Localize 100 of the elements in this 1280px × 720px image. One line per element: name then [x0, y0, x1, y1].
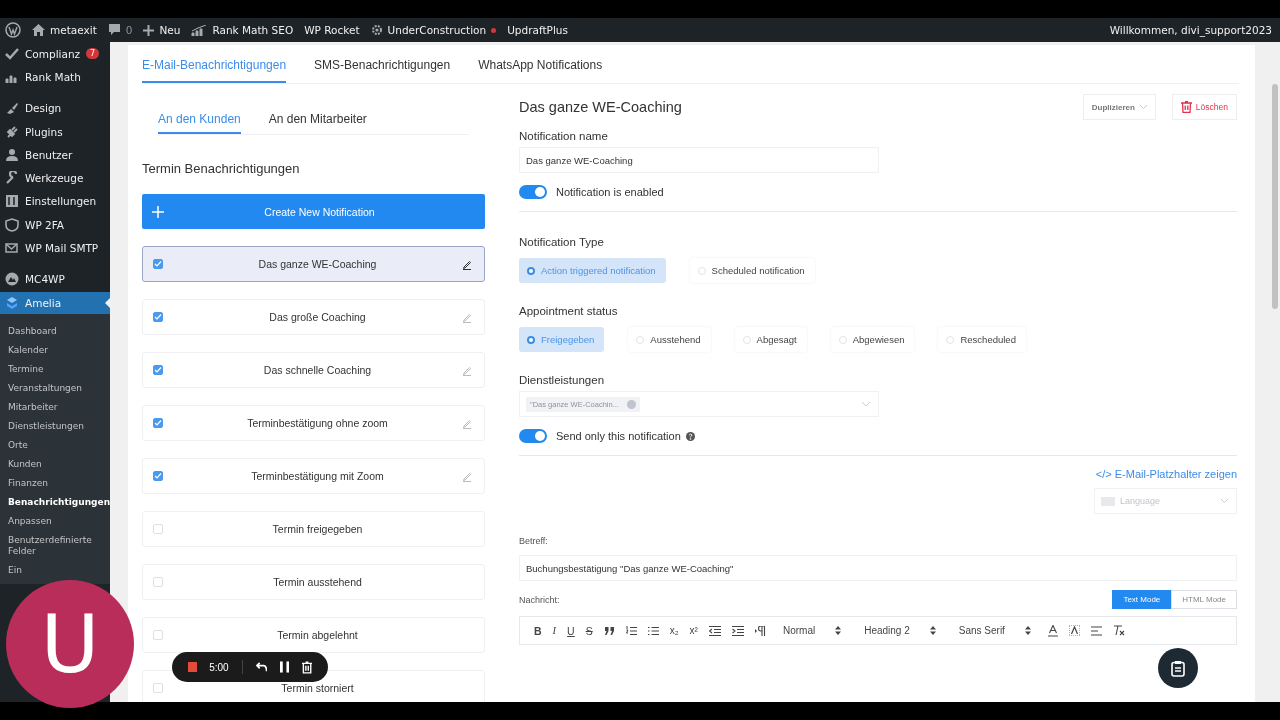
help-icon[interactable]	[685, 431, 695, 441]
sidebar-item[interactable]: Plugins	[0, 119, 110, 144]
trash-icon[interactable]	[301, 660, 312, 674]
submenu-item[interactable]: Dienstleistungen	[0, 416, 110, 436]
undo-icon[interactable]	[255, 662, 267, 672]
sidebar-item[interactable]: WP 2FA	[0, 213, 110, 237]
sidebar-item[interactable]: MC4WP	[0, 267, 110, 291]
placeholders-link[interactable]: </> E-Mail-Platzhalter zeigen	[1095, 468, 1237, 480]
delete-button[interactable]: Löschen	[1171, 94, 1237, 120]
submenu-item[interactable]: Mitarbeiter	[0, 397, 110, 417]
sidebar-item[interactable]: Benutzer	[0, 143, 110, 167]
sidebar-item[interactable]: Complianz 7	[0, 42, 110, 66]
submenu-item[interactable]: Orte	[0, 435, 110, 455]
checkbox[interactable]	[153, 312, 163, 322]
script-button[interactable]: x²	[689, 625, 698, 636]
quote-icon[interactable]	[603, 626, 615, 635]
caret-icon	[1221, 499, 1228, 503]
sidebar-item[interactable]: WP Mail SMTP	[0, 236, 110, 260]
align-icon[interactable]	[1090, 625, 1102, 636]
format-select[interactable]: Sans Serif	[958, 625, 1031, 636]
notification-item[interactable]: Terminbestätigung ohne zoom	[142, 405, 485, 441]
notification-item[interactable]: Termin freigegeben	[142, 511, 485, 547]
format-button[interactable]: S	[585, 624, 593, 637]
pause-icon[interactable]	[279, 661, 289, 673]
admin-bar-link[interactable]: Neu	[143, 24, 181, 36]
format-button[interactable]: I	[552, 625, 557, 636]
menu-icon	[5, 124, 19, 139]
text-direction-icon[interactable]	[754, 625, 766, 636]
submenu-item[interactable]: Anpassen	[0, 511, 110, 531]
sidebar-item[interactable]: Werkzeuge	[0, 166, 110, 190]
subject-field[interactable]: Buchungsbestätigung "Das ganze WE-Coaching"	[519, 555, 1237, 581]
sidebar-item[interactable]: Amelia	[0, 291, 110, 314]
submenu-item[interactable]: Ein	[0, 560, 110, 580]
radio-option[interactable]: Abgesagt	[734, 327, 807, 352]
toggle-switch[interactable]	[519, 429, 547, 443]
script-button[interactable]: x₂	[669, 625, 679, 636]
admin-bar-link[interactable]: Rank Math SEO	[191, 24, 294, 36]
admin-bar-link[interactable]: UpdraftPlus	[507, 24, 568, 36]
text-color-icon[interactable]	[1047, 624, 1058, 637]
notification-title: Das ganze WE-Coaching	[519, 98, 682, 117]
toggle-switch[interactable]	[519, 185, 547, 199]
sidebar-item[interactable]: Rank Math	[0, 65, 110, 89]
admin-bar-link[interactable]: UnderConstruction	[370, 24, 497, 36]
notification-item[interactable]: Terminbestätigung mit Zoom	[142, 458, 485, 494]
highlight-icon[interactable]	[1068, 625, 1080, 636]
checkbox[interactable]	[153, 259, 163, 269]
sidebar-item[interactable]: Design	[0, 96, 110, 120]
tab[interactable]: SMS-Benachrichtigungen	[314, 58, 451, 83]
submenu-item[interactable]: Termine	[0, 359, 110, 379]
bullet-list-icon[interactable]	[647, 625, 659, 636]
up-down-caret-icon	[929, 626, 936, 635]
mode-toggle[interactable]: HTML Mode	[1171, 590, 1237, 609]
indent-icon[interactable]	[731, 625, 744, 636]
field-label: Dienstleistungen	[519, 374, 606, 386]
clear-format-icon[interactable]	[1112, 625, 1125, 636]
admin-bar-link[interactable]: metaexit	[32, 24, 97, 36]
menu-icon	[5, 272, 19, 287]
wordpress-logo-icon[interactable]	[5, 22, 21, 38]
sidebar-item[interactable]: Einstellungen	[0, 189, 110, 214]
numbered-list-icon[interactable]	[625, 625, 637, 636]
submenu-item[interactable]: Kalender	[0, 340, 110, 360]
notification-item[interactable]: Das ganze WE-Coaching	[142, 246, 485, 282]
tab[interactable]: WhatsApp Notifications	[478, 58, 603, 83]
mode-toggle[interactable]: Text Mode	[1112, 590, 1172, 609]
create-notification-button[interactable]: Create New Notification	[142, 194, 485, 229]
admin-bar-link[interactable]: 0	[107, 24, 133, 36]
radio-option[interactable]: Scheduled notification	[689, 258, 815, 283]
submenu-item[interactable]: Kunden	[0, 454, 110, 474]
checkbox[interactable]	[153, 418, 163, 428]
submenu-item[interactable]: Veranstaltungen	[0, 378, 110, 398]
notification-item[interactable]: Das große Coaching	[142, 299, 485, 335]
caret-icon	[862, 401, 870, 407]
admin-bar-link[interactable]: WP Rocket	[304, 24, 360, 36]
radio-option[interactable]: Ausstehend	[628, 327, 711, 352]
toggle-label: Notification is enabled	[556, 186, 664, 198]
submenu-item[interactable]: Benutzerdefinierte Felder	[0, 530, 110, 561]
format-button[interactable]: B	[534, 624, 542, 637]
outdent-icon[interactable]	[708, 625, 721, 636]
checkbox[interactable]	[153, 471, 163, 481]
checkbox[interactable]	[153, 365, 163, 375]
field-label: Nachricht:	[519, 594, 560, 605]
submenu-item[interactable]: Dashboard	[0, 321, 110, 341]
tab[interactable]: An den Mitarbeiter	[268, 112, 367, 134]
tab[interactable]: An den Kunden	[158, 112, 241, 134]
format-button[interactable]: U	[567, 624, 575, 637]
format-select[interactable]: Heading 2	[864, 625, 936, 636]
field-label: Notification name	[519, 130, 609, 142]
pencil-icon[interactable]	[462, 258, 472, 270]
greeting-link[interactable]: Willkommen, divi_support2023	[1109, 24, 1272, 36]
duplicate-dropdown[interactable]: Duplizieren	[1082, 94, 1156, 120]
radio-option[interactable]: Abgewiesen	[830, 327, 915, 352]
notification-item[interactable]: Termin ausstehend	[142, 564, 485, 600]
tab[interactable]: E-Mail-Benachrichtigungen	[142, 58, 287, 83]
stop-icon[interactable]	[188, 662, 198, 672]
submenu-item[interactable]: Finanzen	[0, 473, 110, 493]
notification-name-field[interactable]: Das ganze WE-Coaching	[519, 147, 879, 173]
radio-option[interactable]: Rescheduled	[938, 327, 1026, 352]
notification-item[interactable]: Das schnelle Coaching	[142, 352, 485, 388]
format-select[interactable]: Normal	[782, 625, 842, 636]
submenu-item[interactable]: Benachrichtigungen	[0, 492, 110, 512]
